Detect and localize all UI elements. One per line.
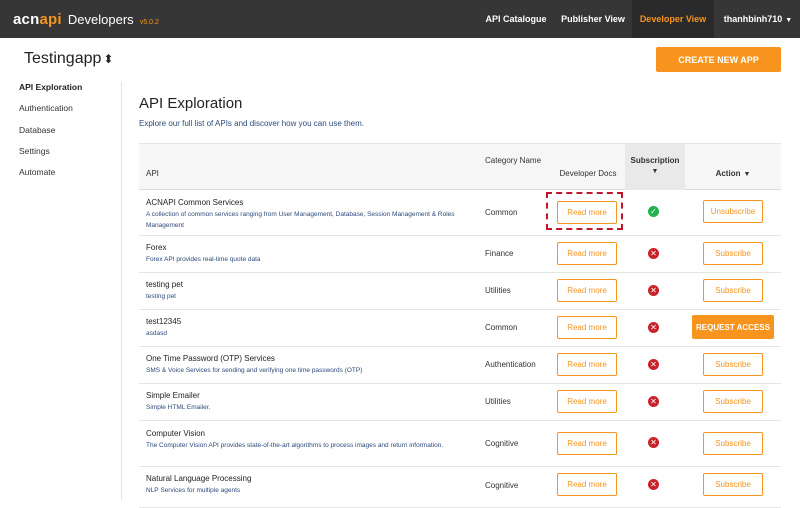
x-circle-icon: ✕ <box>648 322 659 333</box>
sidebar-item-database[interactable]: Database <box>19 125 119 146</box>
x-circle-icon: ✕ <box>648 396 659 407</box>
x-circle-icon: ✕ <box>648 359 659 370</box>
api-description: asdasd <box>146 330 167 337</box>
nav-api-catalogue[interactable]: API Catalogue <box>478 0 554 38</box>
col-action-label: Action <box>715 169 741 178</box>
sidebar: API Exploration Authentication Database … <box>19 82 119 188</box>
subscribe-button[interactable]: Subscribe <box>703 279 763 302</box>
api-description: A collection of common services ranging … <box>146 211 455 229</box>
col-action[interactable]: Action ▼ <box>685 169 781 178</box>
read-more-button[interactable]: Read more <box>557 201 617 224</box>
table-row: Computer Vision The Computer Vision API … <box>139 421 781 467</box>
read-more-button[interactable]: Read more <box>557 316 617 339</box>
user-name: thanhbinh710 <box>723 14 783 24</box>
table-row: testing pet testing pet Utilities Read m… <box>139 273 781 310</box>
table-header: API Category Name Developer Docs Subscri… <box>139 143 781 190</box>
api-name: testing pet <box>146 280 183 289</box>
check-circle-icon: ✓ <box>648 206 659 217</box>
col-subscription[interactable]: Subscription ▼ <box>625 144 685 190</box>
x-circle-icon: ✕ <box>648 285 659 296</box>
x-circle-icon: ✕ <box>648 248 659 259</box>
category-name: Cognitive <box>485 439 519 448</box>
category-name: Common <box>485 323 518 332</box>
version-label: v5.0.2 <box>139 19 159 26</box>
top-nav: acnapi Developers v5.0.2 API Catalogue P… <box>0 0 800 38</box>
sidebar-item-settings[interactable]: Settings <box>19 146 119 167</box>
read-more-button[interactable]: Read more <box>557 279 617 302</box>
caret-down-icon: ▼ <box>743 171 751 178</box>
subscribe-button[interactable]: Subscribe <box>703 242 763 265</box>
read-more-button[interactable]: Read more <box>557 390 617 413</box>
api-name: One Time Password (OTP) Services <box>146 354 275 363</box>
col-developer-docs: Developer Docs <box>559 169 617 178</box>
category-name: Finance <box>485 249 514 258</box>
caret-down-icon: ▼ <box>651 168 659 175</box>
col-api: API <box>146 169 159 178</box>
col-subscription-label: Subscription <box>630 156 680 165</box>
sort-updown-icon: ⬍ <box>103 52 114 66</box>
api-name: Simple Emailer <box>146 391 200 400</box>
col-category: Category Name <box>485 156 542 165</box>
page-title: API Exploration <box>139 95 243 112</box>
read-more-button[interactable]: Read more <box>557 242 617 265</box>
category-name: Cognitive <box>485 481 519 490</box>
brand-logo[interactable]: acnapi Developers v5.0.2 <box>13 11 159 28</box>
category-name: Authentication <box>485 360 536 369</box>
api-description: SMS & Voice Services for sending and ver… <box>146 367 363 374</box>
x-circle-icon: ✕ <box>648 437 659 448</box>
nav-developer-view[interactable]: Developer View <box>632 0 714 38</box>
sidebar-divider <box>121 82 122 500</box>
nav-publisher-view[interactable]: Publisher View <box>558 0 628 38</box>
table-row: ACNAPI Common Services A collection of c… <box>139 190 781 236</box>
sidebar-item-api-exploration[interactable]: API Exploration <box>19 82 119 103</box>
api-description: testing pet <box>146 293 176 300</box>
category-name: Utilities <box>485 286 511 295</box>
table-row: One Time Password (OTP) Services SMS & V… <box>139 347 781 384</box>
api-table: API Category Name Developer Docs Subscri… <box>139 143 781 508</box>
table-row: test12345 asdasd Common Read more ✕ REQU… <box>139 310 781 347</box>
request-access-button[interactable]: REQUEST ACCESS <box>692 315 774 339</box>
logo-wordmark: acnapi <box>13 11 62 28</box>
subscribe-button[interactable]: Subscribe <box>703 390 763 413</box>
app-selector[interactable]: Testingapp ⬍ <box>24 50 113 68</box>
table-row: Natural Language Processing NLP Services… <box>139 467 781 508</box>
api-description: The Computer Vision API provides state-o… <box>146 442 444 449</box>
x-circle-icon: ✕ <box>648 479 659 490</box>
api-name: Computer Vision <box>146 429 205 438</box>
table-row: Simple Emailer Simple HTML Emailer. Util… <box>139 384 781 421</box>
category-name: Utilities <box>485 397 511 406</box>
read-more-button[interactable]: Read more <box>557 432 617 455</box>
page-subtitle: Explore our full list of APIs and discov… <box>139 119 365 128</box>
api-description: Simple HTML Emailer. <box>146 404 211 411</box>
api-name: ACNAPI Common Services <box>146 198 244 207</box>
unsubscribe-button[interactable]: Unsubscribe <box>703 200 763 223</box>
api-name: Natural Language Processing <box>146 474 252 483</box>
create-new-app-button[interactable]: CREATE NEW APP <box>656 47 781 72</box>
user-menu[interactable]: thanhbinh710 ▼ <box>716 0 800 38</box>
subscribe-button[interactable]: Subscribe <box>703 473 763 496</box>
sidebar-item-authentication[interactable]: Authentication <box>19 103 119 124</box>
api-name: Forex <box>146 243 167 252</box>
read-more-button[interactable]: Read more <box>557 353 617 376</box>
app-name: Testingapp <box>24 50 102 67</box>
sidebar-item-automate[interactable]: Automate <box>19 167 119 188</box>
api-description: Forex API provides real-time quote data <box>146 256 261 263</box>
category-name: Common <box>485 208 518 217</box>
table-row: Forex Forex API provides real-time quote… <box>139 236 781 273</box>
api-description: NLP Services for multiple agents <box>146 487 241 494</box>
brand-label: Developers <box>67 12 134 27</box>
subscribe-button[interactable]: Subscribe <box>703 353 763 376</box>
subscribe-button[interactable]: Subscribe <box>703 432 763 455</box>
read-more-button[interactable]: Read more <box>557 473 617 496</box>
caret-down-icon: ▼ <box>785 17 793 24</box>
api-name: test12345 <box>146 317 182 326</box>
